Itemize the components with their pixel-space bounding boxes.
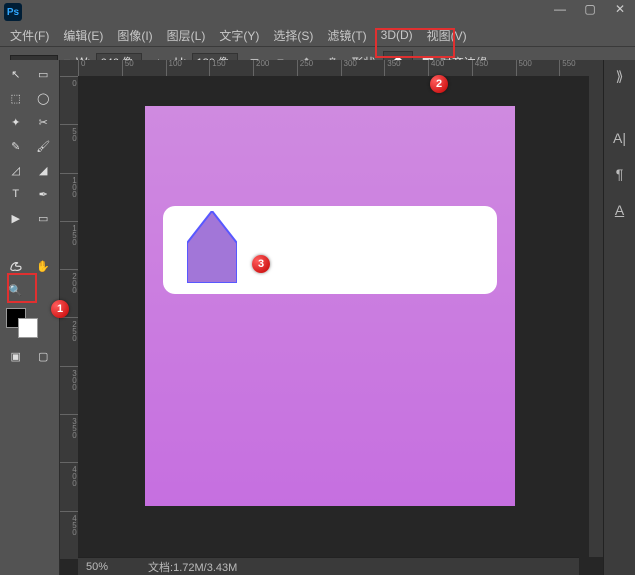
ruler-top: 0 50 100 150 200 250 300 350 400 450 500… (78, 60, 603, 76)
callout-1: 1 (51, 300, 69, 318)
ruler-tick: 0 (78, 60, 122, 76)
ruler-tick: 550 (559, 60, 603, 76)
ruler-tick: 150 (60, 221, 78, 269)
menubar: 文件(F) 编辑(E) 图像(I) 图层(L) 文字(Y) 选择(S) 滤镜(T… (0, 24, 635, 46)
ruler-corner (60, 60, 78, 76)
window: Ps — ▢ ✕ 文件(F) 编辑(E) 图像(I) 图层(L) 文字(Y) 选… (0, 0, 635, 575)
zoom-tool[interactable]: 🔍 (2, 278, 30, 302)
menu-layer[interactable]: 图层(L) (163, 25, 210, 46)
ruler-tick: 450 (472, 60, 516, 76)
custom-shape-tool[interactable] (2, 254, 30, 278)
right-panel: ⟫ A| ¶ A (603, 60, 635, 575)
ruler-tick: 200 (253, 60, 297, 76)
maximize-button[interactable]: ▢ (575, 0, 605, 18)
ruler-tick: 50 (122, 60, 166, 76)
window-controls: — ▢ ✕ (545, 0, 635, 18)
background-color[interactable] (18, 318, 38, 338)
artboard-bg (145, 106, 515, 506)
menu-view[interactable]: 视图(V) (423, 25, 471, 46)
type-tool[interactable]: T (2, 182, 30, 206)
rect-tool[interactable]: ▭ (30, 206, 58, 230)
path-select-tool[interactable]: ▶ (2, 206, 30, 230)
ruler-tick: 250 (297, 60, 341, 76)
move-tool[interactable]: ↖ (2, 62, 30, 86)
character-panel-icon[interactable]: A| (610, 128, 630, 148)
canvas-area: 0 50 100 150 200 250 300 350 400 450 500… (60, 60, 603, 575)
crop-tool[interactable]: ✂ (30, 110, 58, 134)
menu-select[interactable]: 选择(S) (269, 25, 317, 46)
menu-image[interactable]: 图像(I) (113, 25, 156, 46)
app-icon: Ps (4, 3, 22, 21)
panel-toggle-icon[interactable]: ⟫ (610, 66, 630, 86)
menu-file[interactable]: 文件(F) (6, 25, 53, 46)
house-shape (187, 211, 237, 286)
ruler-tick: 300 (341, 60, 385, 76)
ruler-tick: 350 (60, 414, 78, 462)
eraser-tool[interactable]: ◿ (2, 158, 30, 182)
ruler-tick: 250 (60, 317, 78, 365)
screenmode-tool[interactable]: ▢ (30, 344, 58, 368)
quick-select-tool[interactable]: ✦ (2, 110, 30, 134)
ruler-tick: 0 (60, 76, 78, 124)
menu-type[interactable]: 文字(Y) (215, 25, 263, 46)
doc-size: 文档:1.72M/3.43M (148, 559, 237, 575)
paragraph-panel-icon[interactable]: ¶ (610, 164, 630, 184)
workspace: ↖ ▭ ⬚ ◯ ✦ ✂ ✎ 🖌 ◿ ◢ T ✒ (0, 60, 635, 575)
titlebar: Ps — ▢ ✕ (0, 0, 635, 24)
minimize-button[interactable]: — (545, 0, 575, 18)
tool-panel: ↖ ▭ ⬚ ◯ ✦ ✂ ✎ 🖌 ◿ ◢ T ✒ (0, 60, 60, 575)
ruler-tick: 300 (60, 366, 78, 414)
artboard-tool[interactable]: ▭ (30, 62, 58, 86)
ruler-tick: 450 (60, 511, 78, 559)
ruler-tick: 400 (428, 60, 472, 76)
menu-3d[interactable]: 3D(D) (377, 26, 417, 44)
ruler-tick: 50 (60, 124, 78, 172)
zoom-level[interactable]: 50% (86, 561, 108, 573)
menu-filter[interactable]: 滤镜(T) (323, 25, 370, 46)
ruler-tick: 100 (166, 60, 210, 76)
glyphs-panel-icon[interactable]: A (610, 200, 630, 220)
pen-tool[interactable]: ✒ (30, 182, 58, 206)
app-icon-text: Ps (7, 7, 19, 18)
ruler-tick: 500 (516, 60, 560, 76)
callout-2: 2 (430, 75, 448, 93)
lasso-tool[interactable]: ◯ (30, 86, 58, 110)
document[interactable] (145, 106, 515, 506)
close-button[interactable]: ✕ (605, 0, 635, 18)
scrollbar-vertical[interactable] (589, 76, 603, 557)
marquee-tool[interactable]: ⬚ (2, 86, 30, 110)
ruler-tick: 100 (60, 173, 78, 221)
empty-tool (30, 278, 58, 302)
eyedropper-tool[interactable]: ✎ (2, 134, 30, 158)
status-bar: 50% 文档:1.72M/3.43M (78, 557, 579, 575)
ruler-tick: 400 (60, 462, 78, 510)
ruler-tick: 150 (209, 60, 253, 76)
menu-edit[interactable]: 编辑(E) (59, 25, 107, 46)
ruler-tick: 350 (384, 60, 428, 76)
hand-tool[interactable]: ✋ (30, 254, 58, 278)
callout-3: 3 (252, 255, 270, 273)
brush-tool[interactable]: 🖌 (30, 134, 58, 158)
quickmask-tool[interactable]: ▣ (2, 344, 30, 368)
gradient-tool[interactable]: ◢ (30, 158, 58, 182)
